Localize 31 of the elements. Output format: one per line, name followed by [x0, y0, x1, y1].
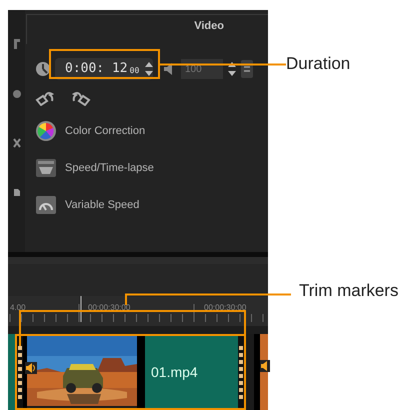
callout-label: Trim markers	[299, 280, 398, 302]
option-label[interactable]: Color Correction	[65, 122, 146, 140]
clip-name: 01.mp4	[151, 362, 198, 382]
tool-icon[interactable]	[12, 38, 20, 50]
clock-icon	[35, 61, 51, 77]
duration-field[interactable]: 0:00: 12 00	[55, 58, 153, 80]
ruler-label: 4.00	[10, 302, 26, 314]
option-label[interactable]: Variable Speed	[65, 196, 140, 214]
close-icon[interactable]	[12, 138, 20, 148]
speed-icon	[35, 158, 57, 178]
panel-title: Video	[194, 18, 224, 34]
film-strip-icon	[238, 336, 244, 408]
tool-icon[interactable]	[12, 186, 20, 196]
clip[interactable]	[254, 334, 268, 410]
ruler-label: 00:00:30:00	[88, 302, 130, 314]
color-wheel-icon	[35, 120, 57, 142]
clip[interactable]	[8, 334, 15, 410]
speaker-icon	[25, 362, 37, 374]
gauge-icon	[35, 195, 57, 215]
film-strip-icon	[17, 336, 23, 408]
video-clip[interactable]: 01.mp4	[15, 334, 246, 410]
spin-arrows-icon[interactable]	[144, 61, 153, 77]
spin-arrows-icon[interactable]	[227, 61, 237, 77]
rotate-right-icon[interactable]	[71, 90, 91, 106]
ruler-label: 00:00:30:00	[204, 302, 246, 314]
option-label[interactable]: Speed/Time-lapse	[65, 160, 154, 176]
rotate-left-icon[interactable]	[35, 90, 55, 106]
speaker-icon	[260, 360, 270, 372]
timeline-ruler[interactable]: 4.00 00:00:30:00 00:00:30:00	[8, 296, 268, 326]
tool-icon[interactable]	[12, 88, 20, 100]
callout-label: Duration	[286, 53, 350, 75]
